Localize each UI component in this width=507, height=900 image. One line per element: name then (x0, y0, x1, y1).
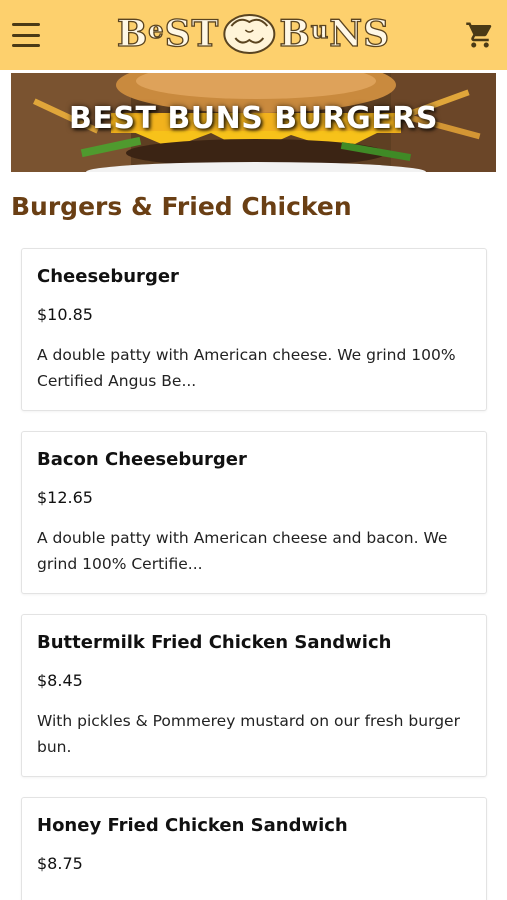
logo-text-left: BeST (116, 12, 220, 55)
menu-item-card-cheeseburger[interactable]: Cheeseburger $10.85 A double patty with … (21, 248, 487, 411)
menu-item-price: $12.65 (37, 488, 93, 507)
menu-item-card-bacon-cheeseburger[interactable]: Bacon Cheeseburger $12.65 A double patty… (21, 431, 487, 594)
hamburger-menu-icon[interactable] (12, 23, 40, 47)
menu-item-price: $8.75 (37, 854, 83, 873)
menu-item-name: Honey Fried Chicken Sandwich (37, 815, 348, 836)
shopping-cart-icon[interactable] (465, 20, 495, 50)
menu-item-card-honey-fried-chicken-sandwich[interactable]: Honey Fried Chicken Sandwich $8.75 (21, 797, 487, 900)
menu-item-description: A double patty with American cheese and … (37, 529, 448, 573)
menu-item-description: With pickles & Pommerey mustard on our f… (37, 712, 460, 756)
menu-item-name: Bacon Cheeseburger (37, 449, 247, 470)
menu-item-description: A double patty with American cheese. We … (37, 346, 456, 390)
menu-item-list: Cheeseburger $10.85 A double patty with … (21, 248, 487, 900)
bun-logo-icon (223, 14, 276, 54)
top-bar: BeST BuNS (0, 0, 507, 70)
menu-item-price: $10.85 (37, 305, 93, 324)
section-title: Burgers & Fried Chicken (11, 192, 352, 221)
menu-item-description (37, 891, 471, 900)
menu-item-price: $8.45 (37, 671, 83, 690)
menu-item-name: Buttermilk Fried Chicken Sandwich (37, 632, 392, 653)
hero-title: BEST BUNS BURGERS (69, 101, 438, 136)
logo[interactable]: BeST BuNS (116, 10, 391, 58)
menu-item-card-buttermilk-fried-chicken-sandwich[interactable]: Buttermilk Fried Chicken Sandwich $8.45 … (21, 614, 487, 777)
menu-item-name: Cheeseburger (37, 266, 179, 287)
logo-text-right: BuNS (279, 12, 391, 55)
hero-banner: BEST BUNS BURGERS (11, 73, 496, 172)
